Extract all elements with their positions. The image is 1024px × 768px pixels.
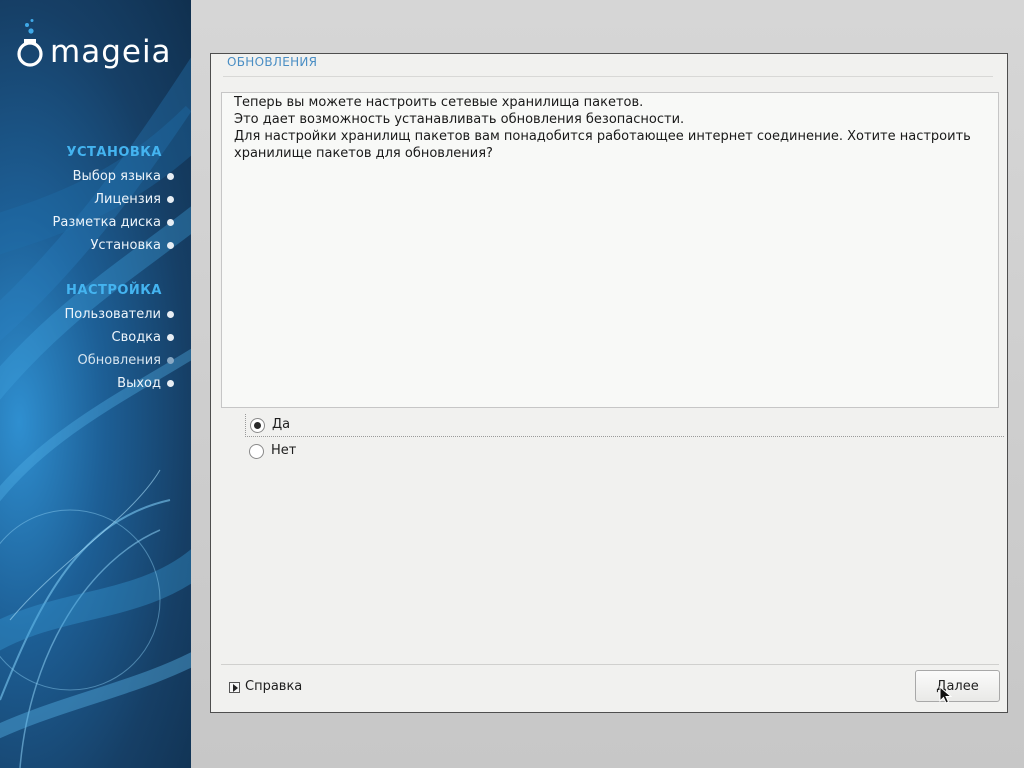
step-status-dot-icon [167, 173, 174, 180]
step-status-dot-icon [167, 196, 174, 203]
step-item-language: Выбор языка [72, 168, 174, 186]
mageia-logo: mageia [17, 19, 172, 70]
radio-label-yes: Да [272, 417, 291, 432]
radio-option-yes[interactable]: Да [245, 414, 1004, 437]
message-text-area: Теперь вы можете настроить сетевые храни… [221, 92, 999, 408]
radio-label-no: Нет [271, 443, 297, 458]
step-item-users: Пользователи [64, 306, 174, 324]
step-status-dot-icon [167, 334, 174, 341]
brand-name: mageia [50, 34, 172, 70]
step-label: Разметка диска [52, 215, 161, 230]
title-divider [223, 76, 993, 77]
step-item-updates: Обновления [77, 352, 174, 370]
installer-steps-sidebar: mageia УСТАНОВКА Выбор языка Лицензия Ра… [0, 0, 191, 768]
updates-dialog: ОБНОВЛЕНИЯ Теперь вы можете настроить се… [210, 53, 1008, 713]
message-line: хранилище пакетов для обновления? [234, 146, 493, 161]
step-group-heading-install: УСТАНОВКА [66, 145, 162, 160]
step-label: Лицензия [94, 192, 161, 207]
step-item-summary: Сводка [111, 329, 174, 347]
step-status-dot-icon [167, 311, 174, 318]
message-line: Для настройки хранилищ пакетов вам понад… [234, 129, 971, 144]
help-label: Справка [245, 679, 303, 694]
message-line: Это дает возможность устанавливать обнов… [234, 112, 685, 127]
step-item-installation: Установка [90, 237, 174, 255]
next-button[interactable]: Далее [915, 670, 1000, 702]
step-status-dot-icon [167, 242, 174, 249]
step-label: Выход [117, 376, 161, 391]
step-label: Пользователи [64, 307, 161, 322]
step-item-exit: Выход [117, 375, 174, 393]
radio-option-no[interactable]: Нет [249, 440, 296, 462]
expander-arrow-icon[interactable] [229, 681, 240, 693]
step-label: Сводка [111, 330, 162, 345]
step-status-dot-icon [167, 219, 174, 226]
step-item-license: Лицензия [94, 191, 174, 209]
step-label: Установка [90, 238, 161, 253]
mouse-pointer-icon [939, 686, 953, 704]
step-label: Выбор языка [72, 169, 161, 184]
help-expander[interactable]: Справка [229, 676, 302, 698]
step-status-dot-icon [167, 357, 174, 364]
step-group-heading-configuration: НАСТРОЙКА [66, 283, 162, 298]
step-label: Обновления [77, 353, 161, 368]
page-title: ОБНОВЛЕНИЯ [227, 55, 318, 69]
sidebar-swirl-art [0, 57, 191, 768]
message-line: Теперь вы можете настроить сетевые храни… [234, 95, 644, 110]
step-status-dot-icon [167, 380, 174, 387]
radio-unchecked-icon[interactable] [249, 443, 264, 459]
radio-checked-icon[interactable] [250, 417, 265, 433]
step-item-partitioning: Разметка диска [52, 214, 174, 232]
footer-divider [221, 664, 999, 665]
